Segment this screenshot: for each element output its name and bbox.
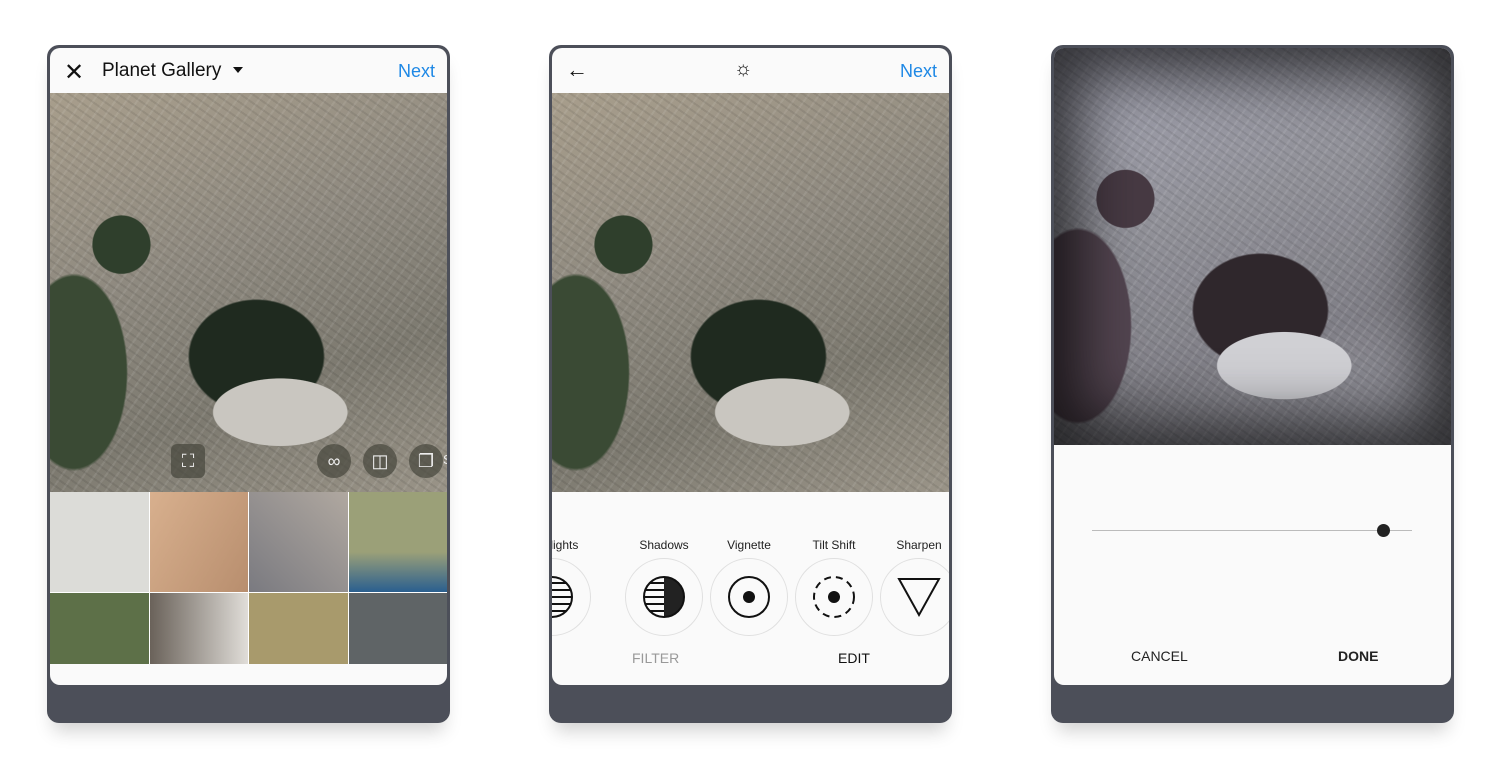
thumbnail[interactable] bbox=[149, 492, 248, 592]
preview-image bbox=[50, 93, 447, 492]
select-multiple-label: S bbox=[443, 452, 447, 467]
thumbnail[interactable] bbox=[149, 593, 248, 664]
phone-edit: ← ☼ Next Highlights Shadows Vignette Til… bbox=[549, 45, 952, 723]
brightness-icon[interactable]: ☼ bbox=[734, 58, 752, 81]
tool-shadows[interactable]: Shadows bbox=[621, 538, 707, 636]
slider-knob[interactable] bbox=[1377, 524, 1391, 537]
next-button[interactable]: Next bbox=[398, 61, 435, 82]
done-button[interactable]: DONE bbox=[1338, 648, 1378, 664]
shadows-icon bbox=[643, 576, 685, 618]
close-icon[interactable]: ✕ bbox=[64, 58, 84, 87]
thumbnail-grid bbox=[50, 492, 447, 664]
preview-image bbox=[552, 93, 949, 492]
sharpen-icon bbox=[897, 578, 941, 618]
preview-image-vignette bbox=[1054, 48, 1451, 445]
tool-label: Sharpen bbox=[896, 538, 942, 552]
tool-label: Tilt Shift bbox=[812, 538, 856, 552]
cancel-button[interactable]: CANCEL bbox=[1131, 648, 1188, 664]
tilt-shift-icon bbox=[813, 576, 855, 618]
tool-label: Shadows bbox=[639, 538, 689, 552]
tool-tilt-shift[interactable]: Tilt Shift bbox=[791, 538, 877, 636]
tool-highlights[interactable]: Highlights bbox=[552, 538, 595, 636]
thumbnail[interactable] bbox=[249, 492, 348, 592]
edit-header: ← ☼ Next bbox=[552, 48, 949, 93]
phone-gallery: ✕ Planet Gallery Next ⛶ ∞ ◫ ❐ S bbox=[47, 45, 450, 723]
vignette-slider[interactable] bbox=[1092, 524, 1412, 537]
vignette-icon bbox=[728, 576, 770, 618]
layout-icon[interactable]: ◫ bbox=[363, 444, 397, 478]
adjust-screen: CANCEL DONE bbox=[1054, 48, 1451, 685]
gallery-title[interactable]: Planet Gallery bbox=[102, 60, 221, 82]
gallery-screen: ✕ Planet Gallery Next ⛶ ∞ ◫ ❐ S bbox=[50, 48, 447, 685]
chevron-down-icon[interactable] bbox=[233, 67, 243, 73]
tab-edit[interactable]: EDIT bbox=[838, 650, 870, 666]
expand-icon[interactable]: ⛶ bbox=[171, 444, 205, 478]
thumbnail[interactable] bbox=[249, 593, 348, 664]
phone-adjust: CANCEL DONE bbox=[1051, 45, 1454, 723]
thumbnail[interactable] bbox=[50, 593, 149, 664]
edit-screen: ← ☼ Next Highlights Shadows Vignette Til… bbox=[552, 48, 949, 685]
highlights-icon bbox=[552, 576, 573, 618]
next-button[interactable]: Next bbox=[900, 61, 937, 82]
thumbnail[interactable] bbox=[348, 492, 447, 592]
boomerang-icon[interactable]: ∞ bbox=[317, 444, 351, 478]
tool-label: Highlights bbox=[552, 538, 579, 552]
tool-label: Vignette bbox=[727, 538, 771, 552]
gallery-header: ✕ Planet Gallery Next bbox=[50, 48, 447, 93]
thumbnail[interactable] bbox=[348, 593, 447, 664]
tool-sharpen[interactable]: Sharpen bbox=[876, 538, 949, 636]
tab-filter[interactable]: FILTER bbox=[632, 650, 679, 666]
select-multiple-icon[interactable]: ❐ bbox=[409, 444, 443, 478]
tool-vignette[interactable]: Vignette bbox=[706, 538, 792, 636]
back-arrow-icon[interactable]: ← bbox=[566, 57, 588, 83]
thumbnail[interactable] bbox=[50, 492, 149, 592]
